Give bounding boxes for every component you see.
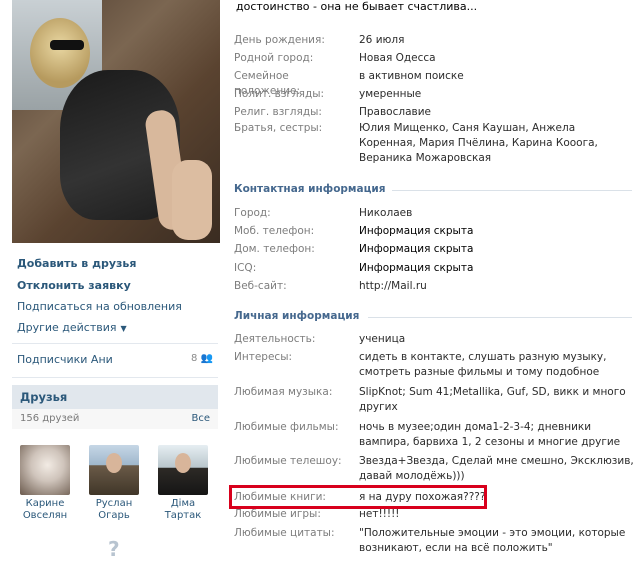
default-avatar-icon[interactable]: ?	[108, 537, 124, 561]
section-rule	[368, 317, 632, 318]
info-value[interactable]: 26 июля	[359, 33, 634, 48]
subscribe-link[interactable]: Подписаться на обновления	[17, 300, 182, 313]
add-friend-button[interactable]: Добавить в друзья	[17, 257, 136, 270]
info-label: Деятельность:	[234, 333, 316, 345]
friend-card[interactable]: Руслан Огарь	[84, 445, 144, 522]
profile-photo[interactable]	[12, 0, 220, 243]
subscribers-label: Подписчики Ани	[17, 353, 113, 366]
info-value[interactable]: Юлия Мищенко, Саня Каушан, Анжела Коренн…	[359, 121, 634, 166]
friend-last-name: Огарь	[98, 510, 130, 521]
info-label: Любимая музыка:	[234, 386, 333, 398]
info-value[interactable]: умеренные	[359, 87, 634, 102]
profile-left-column: Добавить в друзья Отклонить заявку Подпи…	[0, 0, 222, 561]
subscribers-count: 8 👥	[190, 353, 213, 364]
friends-all-link[interactable]: Все	[191, 413, 210, 424]
info-value[interactable]: ночь в музее;один дома1-2-3-4; дневники …	[359, 420, 634, 450]
info-label: Интересы:	[234, 351, 293, 363]
info-value[interactable]: SlipKnot; Sum 41;Metallika, Guf, SD, вик…	[359, 385, 634, 415]
friend-last-name: Тартак	[164, 510, 202, 521]
info-value[interactable]: сидеть в контакте, слушать разную музыку…	[359, 350, 634, 380]
photo-hair	[30, 18, 90, 88]
section-rule	[392, 190, 632, 191]
other-actions-menu[interactable]: Другие действия ▼	[17, 321, 127, 334]
info-label: Дом. телефон:	[234, 243, 315, 255]
friend-first-name: Карине	[25, 498, 65, 509]
info-value[interactable]: Православие	[359, 105, 634, 120]
friend-first-name: Руслан	[95, 498, 133, 509]
friend-card[interactable]: Діма Тартак	[153, 445, 213, 522]
status-text: достоинство - она не бывает счастлива...	[236, 0, 478, 13]
contact-section-title: Контактная информация	[234, 183, 386, 195]
personal-section-title: Личная информация	[234, 310, 360, 322]
friends-count: 156 друзей	[20, 413, 80, 424]
people-icon: 👥	[200, 353, 213, 364]
info-value: Информация скрыта	[359, 262, 474, 274]
info-value: Информация скрыта	[359, 225, 474, 237]
chevron-down-icon: ▼	[120, 324, 127, 333]
photo-leg	[172, 160, 212, 240]
left-divider-2	[12, 377, 218, 378]
info-label: Веб-сайт:	[234, 280, 287, 292]
friend-card[interactable]: Карине Овселян	[15, 445, 75, 522]
profile-info-column: достоинство - она не бывает счастлива...…	[222, 0, 640, 556]
info-value: Информация скрыта	[359, 243, 474, 255]
friend-first-name: Діма	[170, 498, 196, 509]
left-divider	[12, 343, 218, 344]
info-value[interactable]: в активном поиске	[359, 69, 634, 84]
info-value[interactable]: Звезда+Звезда, Сделай мне смешно, Эксклю…	[359, 454, 634, 484]
info-value[interactable]: нет!!!!!	[359, 507, 634, 522]
info-label: Любимые игры:	[234, 508, 321, 520]
info-label: ICQ:	[234, 262, 257, 274]
avatar-face	[175, 453, 191, 473]
info-label: Любимые цитаты:	[234, 527, 335, 539]
info-value: "Положительные эмоции - это эмоции, кото…	[359, 527, 626, 554]
info-label: Религ. взгляды:	[234, 106, 322, 118]
friend-avatar[interactable]	[89, 445, 139, 495]
info-label: Моб. телефон:	[234, 225, 315, 237]
info-label: Любимые телешоу:	[234, 455, 342, 467]
photo-sunglasses	[50, 40, 84, 50]
info-label: Полит. взгляды:	[234, 88, 325, 100]
info-label: Братья, сестры:	[234, 122, 323, 134]
subscribers-link[interactable]: Подписчики Ани 8 👥	[17, 353, 213, 366]
other-actions-label: Другие действия	[17, 321, 117, 334]
friends-title: Друзья	[20, 390, 68, 404]
info-value[interactable]: Новая Одесса	[359, 51, 634, 66]
avatar-face	[106, 453, 122, 473]
friend-last-name: Овселян	[22, 510, 68, 521]
decline-request-button[interactable]: Отклонить заявку	[17, 279, 131, 292]
info-value[interactable]: Николаев	[359, 206, 634, 221]
info-label: День рождения:	[234, 34, 325, 46]
friends-header[interactable]: Друзья	[12, 385, 218, 409]
red-highlight-box	[229, 485, 487, 509]
friend-avatar[interactable]	[20, 445, 70, 495]
website-link[interactable]: http://Mail.ru	[359, 279, 634, 294]
info-label: Любимые фильмы:	[234, 421, 339, 433]
info-value: ученица	[359, 333, 406, 345]
friend-avatar[interactable]	[158, 445, 208, 495]
info-label: Родной город:	[234, 52, 314, 64]
info-label: Город:	[234, 207, 271, 219]
friends-block: Друзья 156 друзей Все Карине Овселян Рус…	[12, 385, 218, 556]
friends-subheader: 156 друзей Все	[12, 409, 218, 429]
